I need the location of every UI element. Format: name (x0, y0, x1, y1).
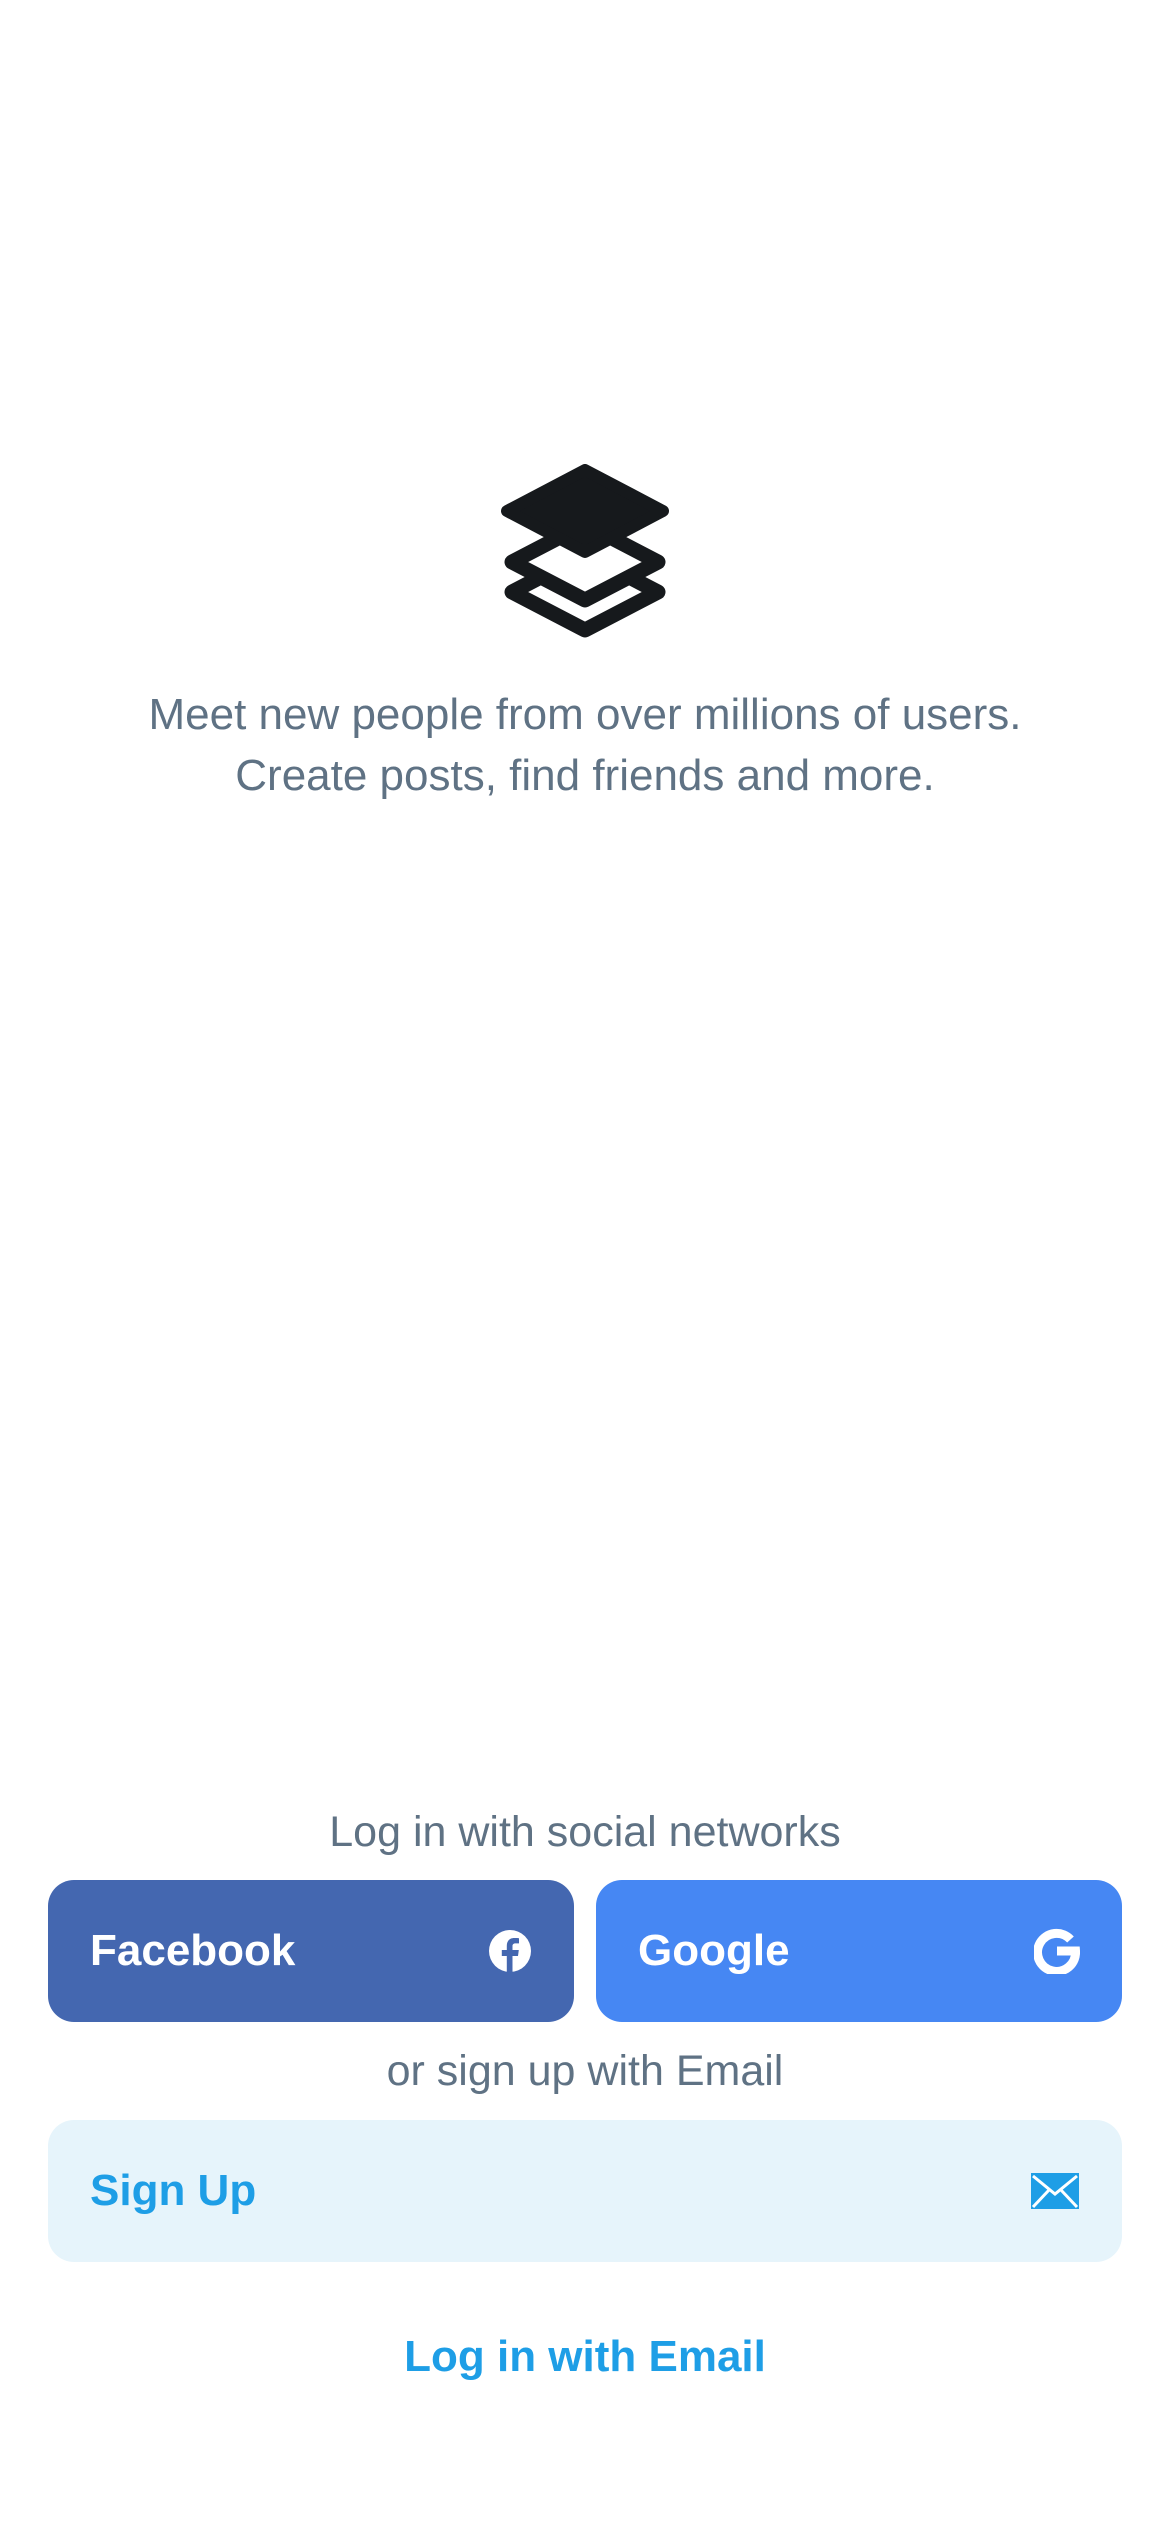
tagline: Meet new people from over millions of us… (148, 690, 1022, 800)
welcome-screen: Meet new people from over millions of us… (0, 0, 1170, 2532)
social-login-heading: Log in with social networks (329, 1808, 841, 1856)
facebook-icon (488, 1929, 532, 1973)
facebook-button-label: Facebook (90, 1926, 296, 1975)
layers-icon (501, 464, 669, 638)
email-signup-heading: or sign up with Email (386, 2047, 784, 2095)
google-login-button[interactable]: Google (596, 1880, 1122, 2022)
facebook-login-button[interactable]: Facebook (48, 1880, 574, 2022)
google-icon (1034, 1928, 1080, 1974)
google-button-label: Google (638, 1926, 790, 1975)
mail-icon (1030, 2172, 1080, 2210)
signup-button-label: Sign Up (90, 2166, 257, 2215)
signup-button[interactable]: Sign Up (48, 2120, 1122, 2262)
login-with-email-link[interactable]: Log in with Email (385, 2324, 785, 2390)
